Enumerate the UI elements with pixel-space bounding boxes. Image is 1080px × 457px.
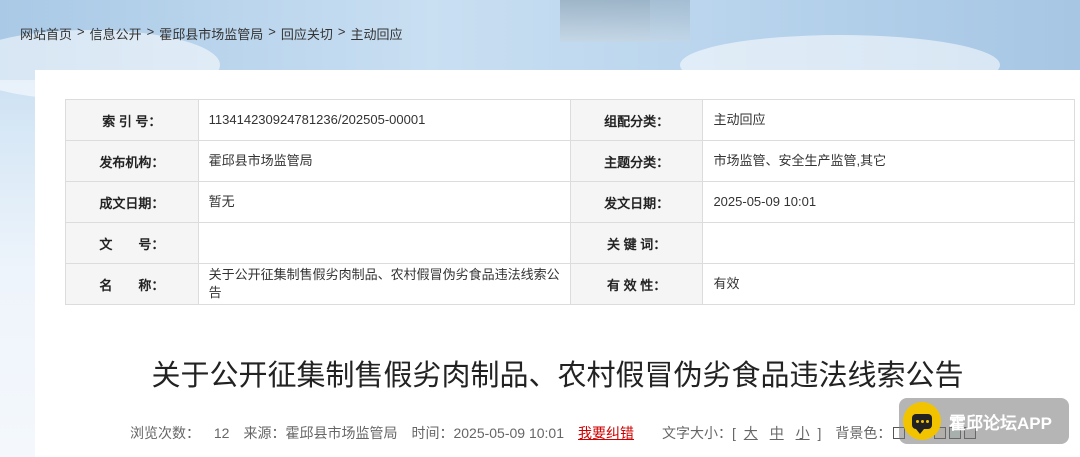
table-row: 发布机构： 霍邱县市场监管局 主题分类： 市场监管、安全生产监管,其它: [65, 140, 1075, 182]
validity-value: 有效: [702, 263, 1075, 305]
publisher-label: 发布机构：: [65, 140, 199, 182]
table-row: 成文日期： 暂无 发文日期： 2025-05-09 10:01: [65, 181, 1075, 223]
table-row: 索 引 号： 113414230924781236/202505-00001 组…: [65, 99, 1075, 141]
breadcrumb-separator: >: [268, 24, 276, 39]
name-label: 名 称：: [65, 263, 199, 305]
font-size-label: 文字大小：[: [662, 425, 736, 441]
keywords-value: [702, 222, 1075, 264]
breadcrumb-separator: >: [77, 24, 85, 39]
forum-app-badge[interactable]: 霍邱论坛APP: [899, 398, 1069, 444]
keywords-label: 关 键 词：: [569, 222, 704, 264]
breadcrumb-active-response[interactable]: 主动回应: [350, 24, 402, 43]
issued-date-value: 2025-05-09 10:01: [702, 181, 1075, 223]
font-size-bracket: ]: [817, 425, 822, 441]
background-color-label: 背景色：: [835, 425, 892, 441]
breadcrumb-separator: >: [146, 24, 155, 39]
views-value: 12: [213, 425, 230, 441]
font-size-control: 文字大小：[ 大 中 小 ]: [662, 423, 821, 443]
font-size-small-button[interactable]: 小: [796, 425, 810, 441]
publish-time: 时间：2025-05-09 10:01: [411, 425, 565, 441]
doc-number-label: 文 号：: [65, 222, 199, 264]
views-label: 浏览次数：: [130, 425, 200, 441]
validity-label: 有 效 性：: [569, 263, 704, 305]
breadcrumb-info-public[interactable]: 信息公开: [90, 24, 142, 43]
report-error-link[interactable]: 我要纠错: [578, 423, 634, 443]
article-info-bar: 浏览次数： 12 来源：霍邱县市场监管局 时间：2025-05-09 10:01…: [130, 423, 907, 443]
font-size-large-button[interactable]: 大: [744, 425, 758, 441]
table-row: 名 称： 关于公开征集制售假劣肉制品、农村假冒伪劣食品违法线索公告 有 效 性：…: [65, 263, 1075, 305]
article-title: 关于公开征集制售假劣肉制品、农村假冒伪劣食品违法线索公告: [151, 360, 964, 392]
written-date-label: 成文日期：: [65, 181, 199, 223]
forum-app-text: 霍邱论坛APP: [949, 413, 1052, 433]
breadcrumb-bureau[interactable]: 霍邱县市场监管局: [159, 24, 263, 43]
topic-label: 主题分类：: [569, 140, 704, 182]
publisher-value: 霍邱县市场监管局: [197, 140, 571, 182]
metadata-table: 索 引 号： 113414230924781236/202505-00001 组…: [65, 99, 1075, 305]
chat-bubble-icon: [903, 402, 941, 440]
category-label: 组配分类：: [569, 99, 704, 141]
topic-value: 市场监管、安全生产监管,其它: [702, 140, 1075, 182]
font-size-medium-button[interactable]: 中: [770, 425, 784, 441]
issued-date-label: 发文日期：: [569, 181, 704, 223]
breadcrumb-separator: >: [337, 24, 346, 39]
index-number-label: 索 引 号：: [65, 99, 199, 141]
category-value: 主动回应: [702, 99, 1075, 141]
views-count: 浏览次数： 12: [130, 423, 229, 443]
written-date-value: 暂无: [197, 181, 571, 223]
source: 来源：霍邱县市场监管局: [243, 425, 398, 441]
breadcrumb-response[interactable]: 回应关切: [281, 24, 333, 43]
index-number-value: 113414230924781236/202505-00001: [197, 99, 571, 141]
name-value: 关于公开征集制售假劣肉制品、农村假冒伪劣食品违法线索公告: [197, 263, 571, 305]
table-row: 文 号： 关 键 词：: [65, 222, 1075, 264]
doc-number-value: [197, 222, 571, 264]
breadcrumb: 网站首页 > 信息公开 > 霍邱县市场监管局 > 回应关切 > 主动回应: [20, 24, 402, 43]
breadcrumb-home[interactable]: 网站首页: [20, 24, 72, 43]
